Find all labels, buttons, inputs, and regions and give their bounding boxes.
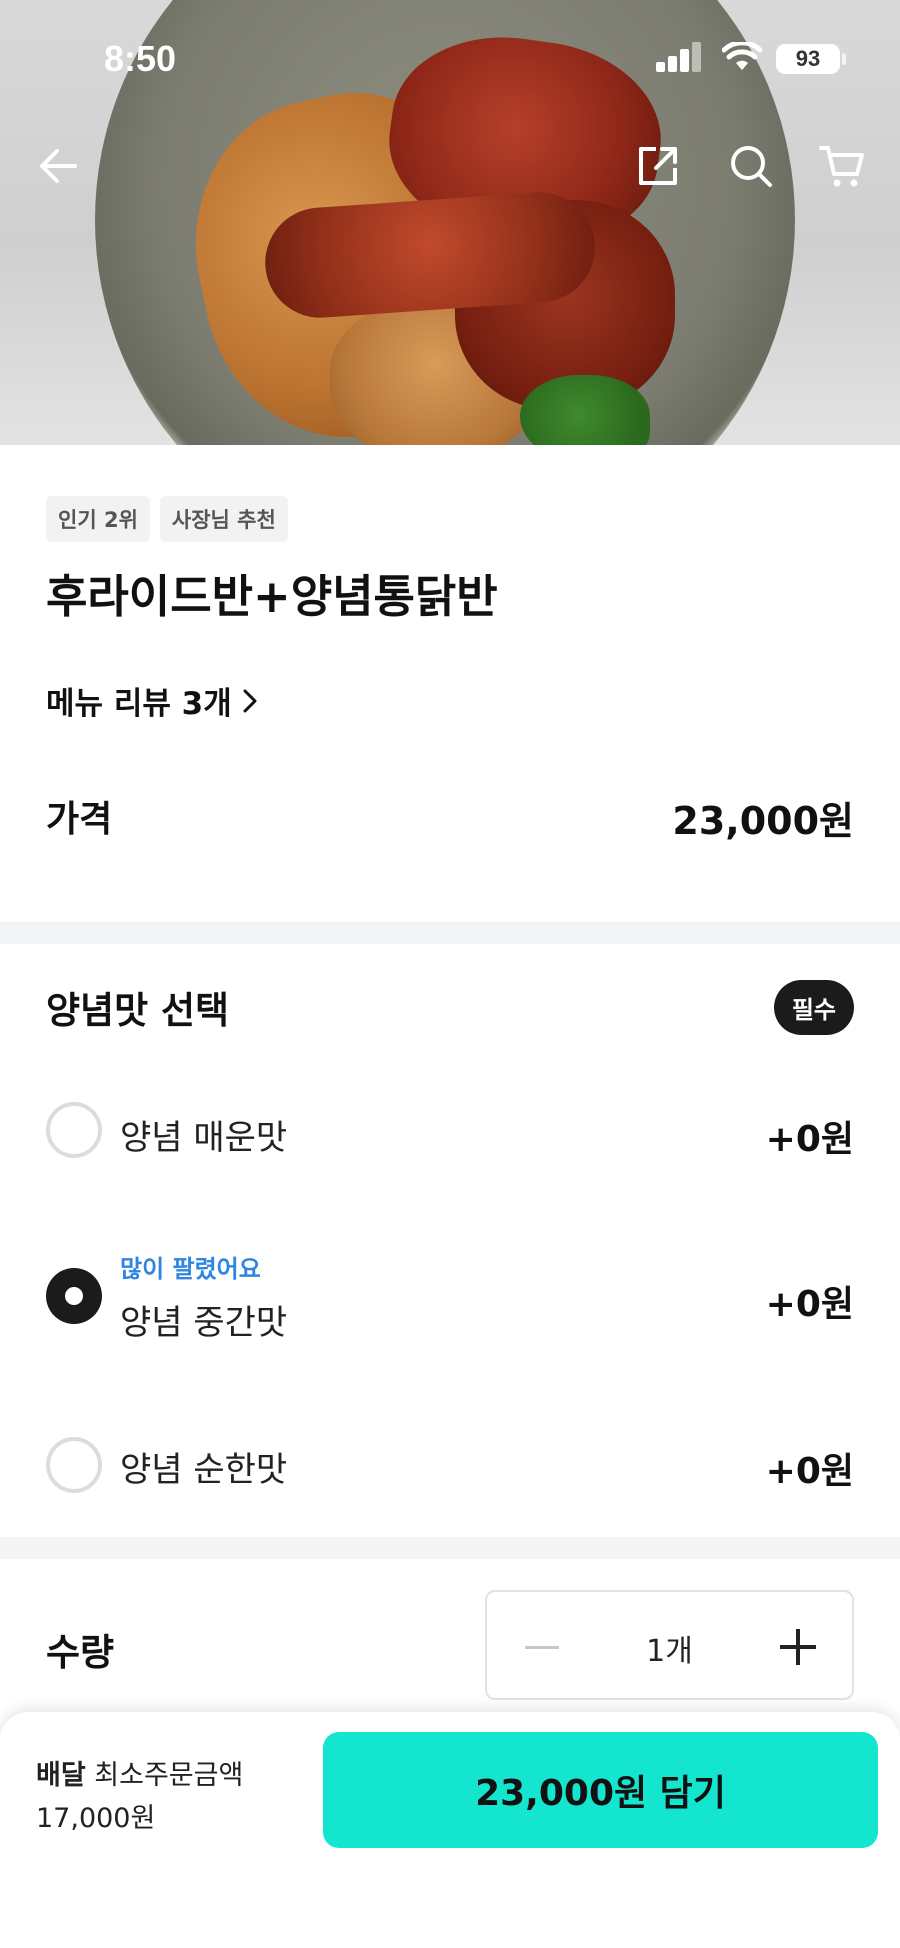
search-icon[interactable]	[723, 138, 779, 194]
status-bar: 8:50 93	[0, 0, 900, 120]
option-price: +0원	[765, 1119, 854, 1160]
radio-button[interactable]	[46, 1437, 102, 1493]
section-divider	[0, 922, 900, 944]
bottom-order-bar: 배달 최소주문금액 17,000원 23,000원 담기	[0, 1712, 900, 1948]
add-to-cart-button[interactable]: 23,000원 담기	[323, 1732, 878, 1848]
share-icon[interactable]	[630, 138, 686, 194]
cart-icon[interactable]	[814, 138, 870, 194]
plus-icon[interactable]	[772, 1622, 822, 1672]
price-value: 23,000원	[672, 799, 854, 843]
best-seller-badge: 많이 팔렸어요	[120, 1255, 261, 1283]
menu-review-link[interactable]: 메뉴 리뷰 3개	[46, 678, 258, 723]
chevron-right-icon	[243, 689, 257, 712]
battery-tip	[842, 53, 846, 65]
option-medium[interactable]: 많이 팔렸어요 양념 중간맛 +0원	[0, 1255, 900, 1375]
option-label: 양념 매운맛	[120, 1118, 288, 1158]
radio-button[interactable]	[46, 1102, 102, 1158]
radio-button-selected[interactable]	[46, 1268, 102, 1324]
menu-tags: 인기 2위 사장님 추천	[46, 496, 288, 542]
tag-owner-recommend: 사장님 추천	[159, 496, 288, 542]
review-link-label: 메뉴 리뷰 3개	[46, 686, 232, 722]
option-price: +0원	[765, 1451, 854, 1492]
option-label: 양념 중간맛	[120, 1303, 288, 1343]
menu-title: 후라이드반+양념통닭반	[46, 570, 498, 623]
option-mild[interactable]: 양념 순한맛 +0원	[0, 1428, 900, 1508]
required-badge: 필수	[773, 980, 854, 1035]
quantity-stepper: 1개	[485, 1590, 854, 1700]
option-label: 양념 순한맛	[120, 1450, 288, 1490]
signal-icon	[656, 40, 702, 72]
price-label: 가격	[46, 799, 113, 840]
option-spicy[interactable]: 양념 매운맛 +0원	[0, 1090, 900, 1170]
battery-indicator: 93	[776, 44, 840, 74]
sauce-section-title: 양념맛 선택	[46, 989, 230, 1032]
section-divider	[0, 1537, 900, 1559]
option-price: +0원	[765, 1284, 854, 1325]
delivery-label: 배달	[36, 1760, 86, 1791]
quantity-label: 수량	[46, 1631, 115, 1674]
wifi-icon	[722, 42, 762, 70]
status-time: 8:50	[104, 38, 177, 79]
delivery-min-order: 배달 최소주문금액 17,000원	[36, 1754, 243, 1840]
min-order-label: 최소주문금액	[94, 1760, 244, 1791]
min-order-value: 17,000원	[36, 1803, 156, 1834]
tag-popular-rank: 인기 2위	[46, 496, 150, 542]
back-arrow-icon[interactable]	[30, 138, 86, 194]
